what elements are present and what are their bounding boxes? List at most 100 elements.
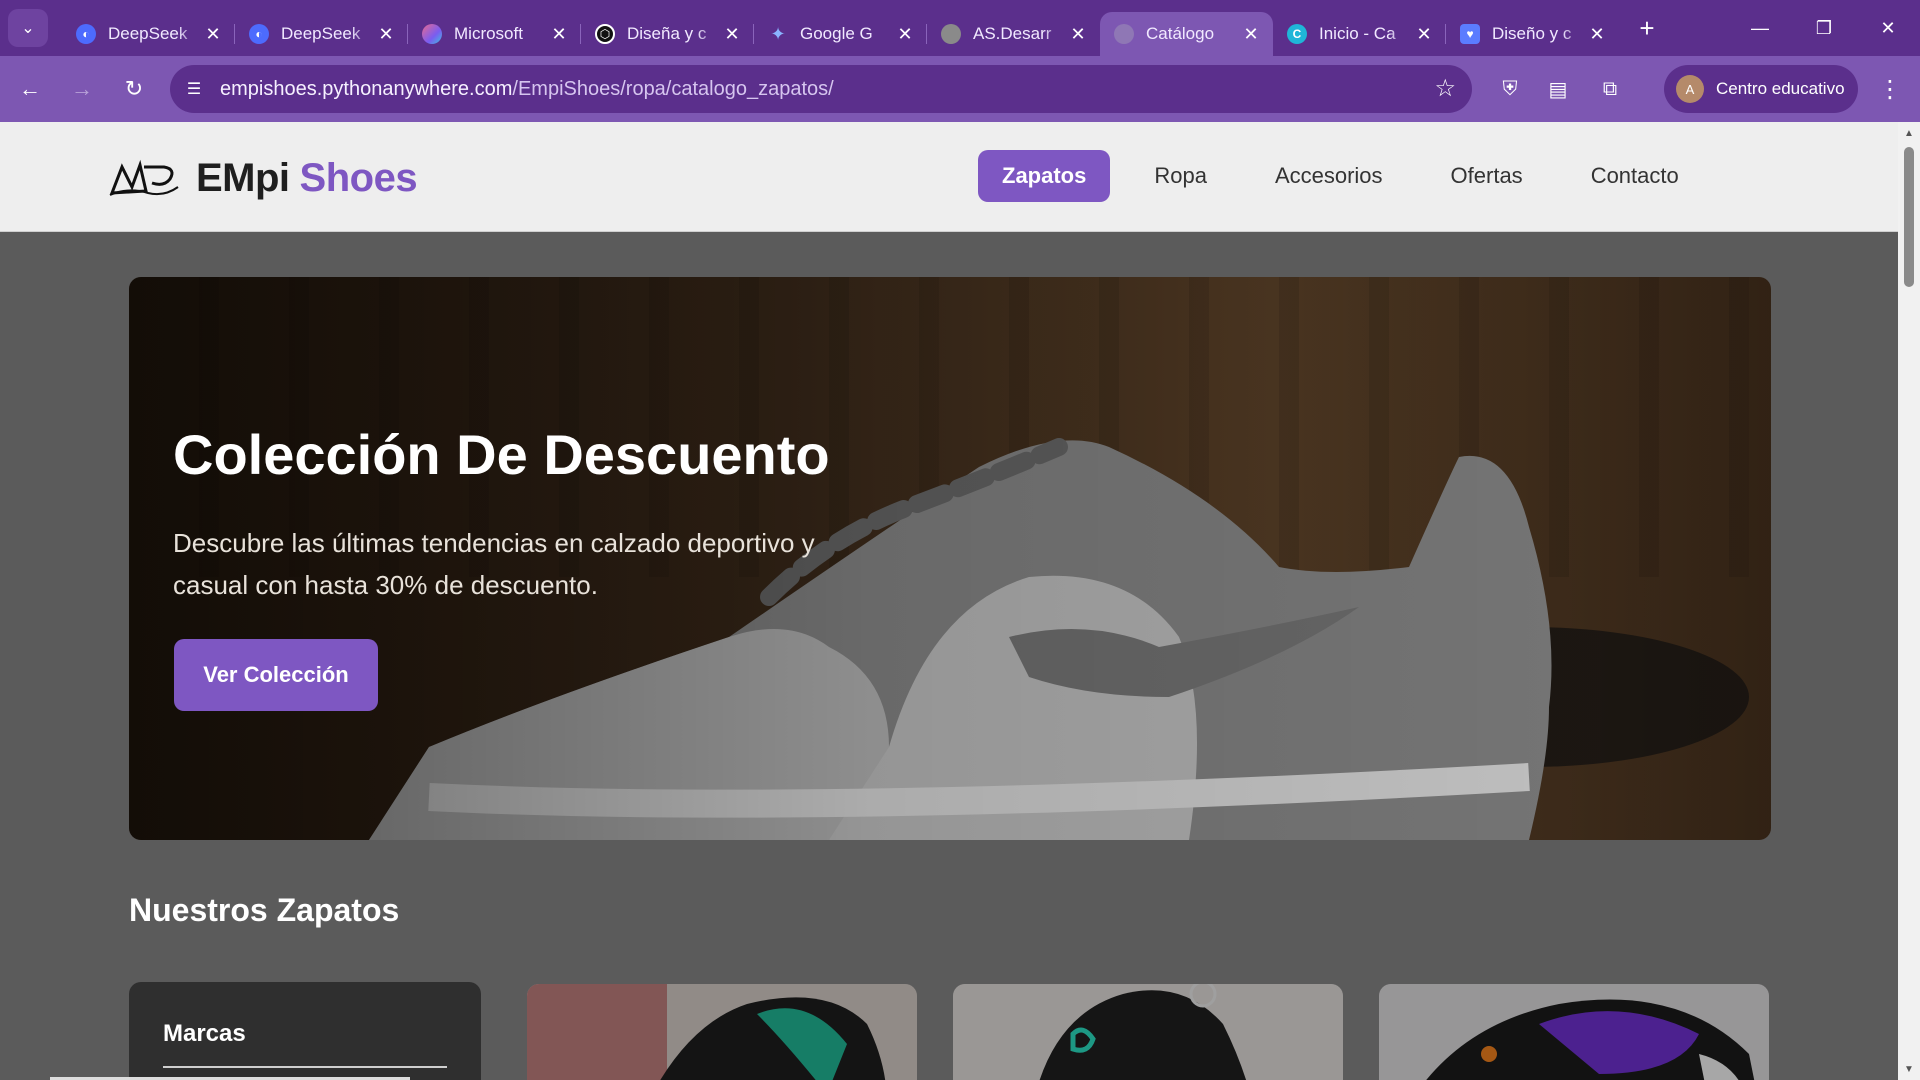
globe-icon [1114, 24, 1134, 44]
tab-title: DeepSeek [281, 24, 361, 43]
page-scrollbar[interactable]: ▲ ▼ [1898, 122, 1920, 1080]
url-host: empishoes.pythonanywhere.com [220, 77, 513, 100]
tune-icon: ☰ [186, 81, 202, 98]
profile-label: Centro educativo [1716, 79, 1845, 98]
logo-main: EMpi [196, 156, 290, 200]
scroll-up-icon[interactable]: ▲ [1898, 124, 1920, 142]
tab-title: Diseño y c [1492, 24, 1572, 43]
tab-title: AS.Desarr [973, 24, 1052, 43]
divider [163, 1066, 447, 1068]
logo-mark-icon [109, 159, 179, 196]
tab-title: Catálogo [1146, 24, 1215, 43]
extension-button[interactable]: ▤ [1536, 67, 1580, 111]
deepseek-icon: ◐ [249, 24, 269, 44]
main-nav: Zapatos Ropa Accesorios Ofertas Contacto [978, 150, 1723, 202]
minimize-button[interactable]: — [1728, 0, 1792, 56]
browser-tab[interactable]: AS.Desarr ✕ [926, 12, 1100, 56]
browser-menu-button[interactable]: ⋮ [1870, 67, 1910, 111]
new-tab-button[interactable]: + [1629, 10, 1665, 46]
browser-tab-active[interactable]: Catálogo ✕ [1100, 12, 1273, 56]
logo-text: EMpi Shoes [196, 156, 418, 201]
extension-shield-button[interactable]: ⛨ [1488, 67, 1532, 111]
tab-title: Google G [800, 24, 873, 43]
close-icon[interactable]: ✕ [720, 22, 744, 46]
browser-tab[interactable]: ✦ Google G ✕ [753, 12, 927, 56]
reload-button[interactable]: ↻ [112, 67, 156, 111]
site-header: EMpi Shoes Zapatos Ropa Accesorios Oferta… [0, 122, 1898, 232]
globe-icon [941, 24, 961, 44]
site-logo[interactable]: EMpi Shoes [108, 156, 418, 201]
chevron-down-icon: ⌄ [21, 20, 35, 37]
close-icon[interactable]: ✕ [374, 22, 398, 46]
openai-icon: ⬡ [595, 24, 615, 44]
extensions-menu-button[interactable]: ⧉ [1588, 67, 1632, 111]
hero-banner: Colección De Descuento Descubre las últi… [129, 277, 1771, 840]
more-vertical-icon: ⋮ [1878, 75, 1902, 103]
browser-tab[interactable]: Microsoft ✕ [407, 12, 581, 56]
arrow-left-icon: ← [19, 76, 41, 101]
deepseek-icon: ◐ [76, 24, 96, 44]
card-overlay [527, 984, 917, 1080]
browser-tab[interactable]: C Inicio - Ca ✕ [1273, 12, 1446, 56]
close-icon[interactable]: ✕ [1066, 22, 1090, 46]
hero-title: Colección De Descuento [173, 423, 830, 486]
browser-tab[interactable]: ◐ DeepSeek ✕ [62, 12, 235, 56]
shield-icon: ♥ [1460, 24, 1480, 44]
card-overlay [1379, 984, 1769, 1080]
product-card[interactable] [1379, 984, 1769, 1080]
close-icon[interactable]: ✕ [1585, 22, 1609, 46]
nav-ropa[interactable]: Ropa [1130, 150, 1231, 202]
nav-contacto[interactable]: Contacto [1567, 150, 1703, 202]
brand-filter-panel: Marcas [129, 982, 481, 1080]
close-icon[interactable]: ✕ [547, 22, 571, 46]
close-icon[interactable]: ✕ [1412, 22, 1436, 46]
site-info-button[interactable]: ☰ [174, 69, 214, 109]
product-card[interactable] [527, 984, 917, 1080]
scrollbar-thumb[interactable] [1904, 147, 1914, 287]
puzzle-icon: ⧉ [1602, 77, 1618, 100]
extension-app-icon: ▤ [1548, 78, 1568, 101]
product-card[interactable] [953, 984, 1343, 1080]
tab-title: DeepSeek [108, 24, 188, 43]
logo-accent: Shoes [299, 156, 418, 200]
tab-title: Inicio - Ca [1319, 24, 1396, 43]
url-text[interactable]: empishoes.pythonanywhere.com/EmpiShoes/r… [220, 78, 834, 101]
gemini-icon: ✦ [770, 23, 786, 44]
minimize-icon: — [1751, 17, 1769, 38]
browser-toolbar: ← → ↻ ☰ empishoes.pythonanywhere.com/Emp… [0, 56, 1920, 122]
browser-tab-bar: ⌄ ◐ DeepSeek ✕ ◐ DeepSeek ✕ Microsoft ✕ … [0, 0, 1920, 56]
address-bar[interactable]: ☰ empishoes.pythonanywhere.com/EmpiShoes… [170, 65, 1472, 113]
section-title: Nuestros Zapatos [129, 892, 400, 928]
brand-filter-title: Marcas [163, 1020, 246, 1047]
tab-title: Microsoft [454, 24, 523, 43]
scroll-down-icon[interactable]: ▼ [1898, 1060, 1920, 1078]
plus-icon: + [1639, 12, 1655, 43]
window-controls: — ❐ ✕ [1728, 0, 1920, 56]
bookmark-star-icon[interactable]: ☆ [1434, 74, 1456, 103]
close-icon: ✕ [1880, 17, 1896, 38]
nav-zapatos[interactable]: Zapatos [978, 150, 1111, 202]
forward-button[interactable]: → [60, 67, 104, 111]
nav-ofertas[interactable]: Ofertas [1427, 150, 1547, 202]
tab-search-button[interactable]: ⌄ [8, 9, 48, 47]
canva-icon: C [1287, 24, 1307, 44]
url-path: /EmpiShoes/ropa/catalogo_zapatos/ [512, 77, 834, 100]
tab-strip: ◐ DeepSeek ✕ ◐ DeepSeek ✕ Microsoft ✕ ⬡ … [62, 0, 1619, 56]
view-collection-button[interactable]: Ver Colección [174, 639, 378, 711]
close-icon[interactable]: ✕ [1239, 22, 1263, 46]
window-close-button[interactable]: ✕ [1856, 0, 1920, 56]
shield-icon: ⛨ [1502, 77, 1518, 100]
browser-tab[interactable]: ♥ Diseño y c ✕ [1445, 12, 1619, 56]
close-icon[interactable]: ✕ [893, 22, 917, 46]
profile-button[interactable]: A Centro educativo [1664, 65, 1858, 113]
tab-title: Diseña y c [627, 24, 707, 43]
browser-tab[interactable]: ◐ DeepSeek ✕ [234, 12, 408, 56]
page-viewport: EMpi Shoes Zapatos Ropa Accesorios Oferta… [0, 122, 1898, 1080]
nav-accesorios[interactable]: Accesorios [1251, 150, 1407, 202]
avatar: A [1676, 75, 1704, 103]
back-button[interactable]: ← [8, 67, 52, 111]
browser-tab[interactable]: ⬡ Diseña y c ✕ [580, 12, 754, 56]
close-icon[interactable]: ✕ [201, 22, 225, 46]
card-overlay [953, 984, 1343, 1080]
restore-button[interactable]: ❐ [1792, 0, 1856, 56]
